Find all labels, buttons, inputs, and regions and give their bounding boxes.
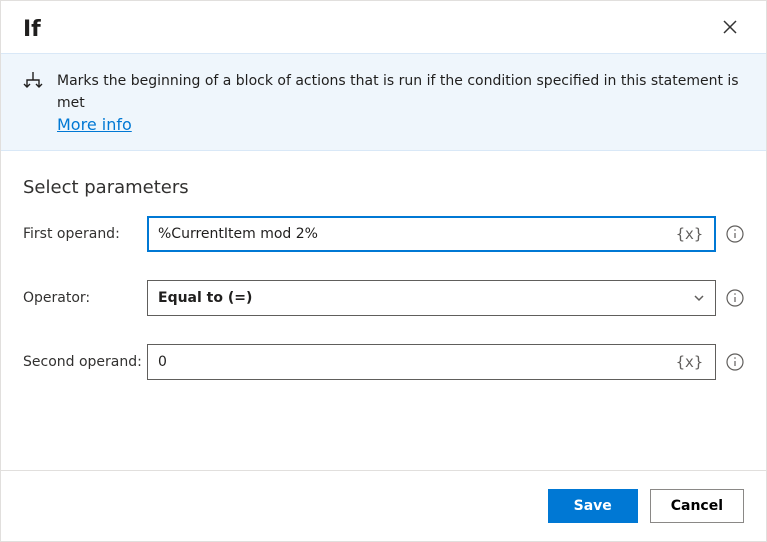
second-operand-input[interactable]: 0 {x} (147, 344, 716, 380)
operator-select[interactable]: Equal to (=) (147, 280, 716, 316)
label-first-operand: First operand: (23, 226, 147, 242)
banner-content: Marks the beginning of a block of action… (57, 70, 744, 134)
info-icon[interactable] (726, 289, 744, 307)
info-icon[interactable] (726, 225, 744, 243)
field-wrap: %CurrentItem mod 2% {x} (147, 216, 744, 252)
field-wrap: 0 {x} (147, 344, 744, 380)
parameters: First operand: %CurrentItem mod 2% {x} O… (1, 216, 766, 408)
dialog-header: If (1, 1, 766, 53)
variable-picker-icon[interactable]: {x} (672, 225, 707, 243)
second-operand-value: 0 (158, 354, 672, 370)
close-button[interactable] (716, 15, 744, 43)
save-button[interactable]: Save (548, 489, 638, 523)
first-operand-value: %CurrentItem mod 2% (158, 226, 672, 242)
info-banner: Marks the beginning of a block of action… (1, 53, 766, 151)
branch-icon (23, 72, 43, 98)
banner-text: Marks the beginning of a block of action… (57, 73, 739, 111)
operator-value: Equal to (=) (158, 290, 252, 306)
chevron-down-icon (693, 292, 705, 304)
param-row-second-operand: Second operand: 0 {x} (23, 344, 744, 380)
more-info-link[interactable]: More info (57, 115, 132, 134)
cancel-button[interactable]: Cancel (650, 489, 744, 523)
info-icon[interactable] (726, 353, 744, 371)
label-operator: Operator: (23, 290, 147, 306)
close-icon (723, 20, 737, 38)
param-row-operator: Operator: Equal to (=) (23, 280, 744, 316)
first-operand-input[interactable]: %CurrentItem mod 2% {x} (147, 216, 716, 252)
param-row-first-operand: First operand: %CurrentItem mod 2% {x} (23, 216, 744, 252)
variable-picker-icon[interactable]: {x} (672, 353, 707, 371)
section-title: Select parameters (1, 151, 766, 216)
field-wrap: Equal to (=) (147, 280, 744, 316)
dialog-title: If (23, 17, 41, 42)
dialog-footer: Save Cancel (1, 470, 766, 541)
label-second-operand: Second operand: (23, 354, 147, 370)
if-dialog: If Marks the beginning of a block of act… (0, 0, 767, 542)
